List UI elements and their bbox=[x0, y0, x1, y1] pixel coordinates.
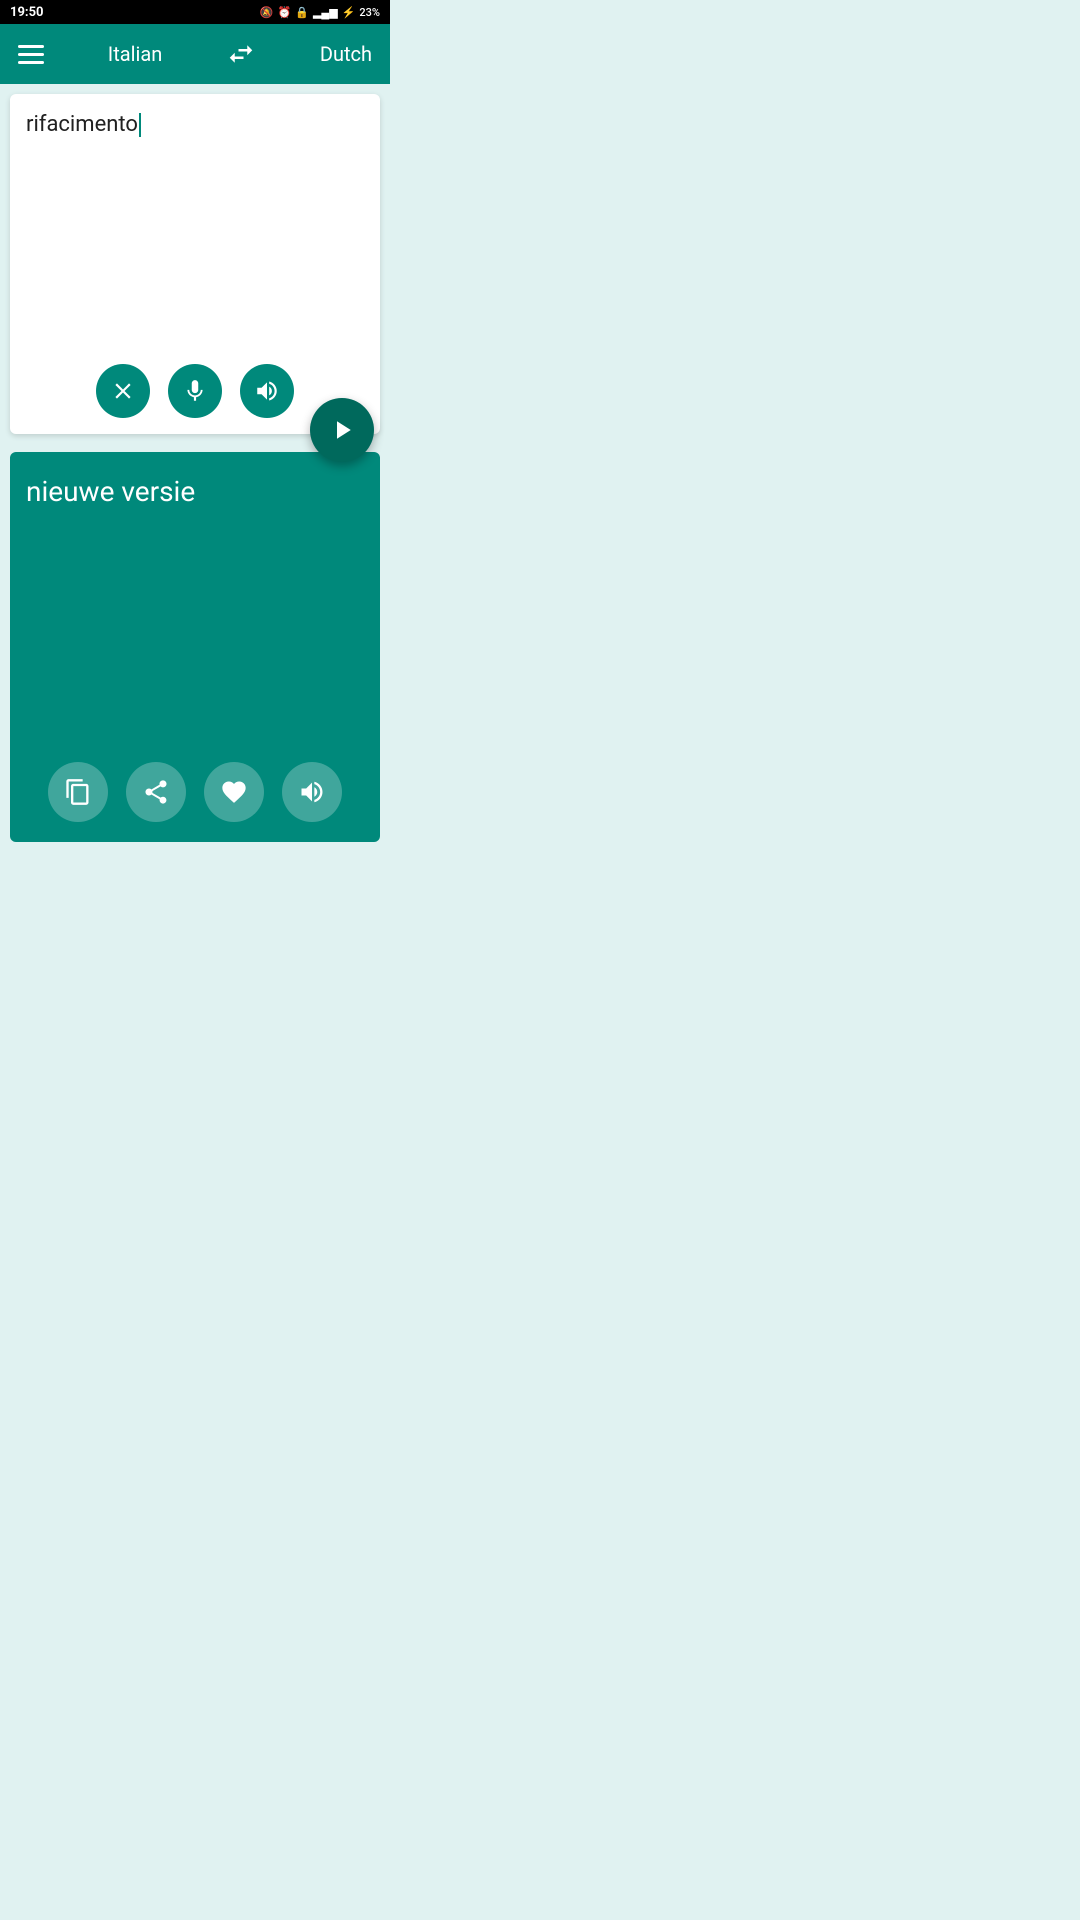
charging-icon: ⚡ bbox=[342, 6, 356, 19]
speaker-button-input[interactable] bbox=[240, 364, 294, 418]
source-language-selector[interactable]: Italian bbox=[108, 42, 163, 66]
signal-icon: ▂▄▆ bbox=[313, 6, 338, 19]
microphone-button[interactable] bbox=[168, 364, 222, 418]
output-actions bbox=[48, 762, 342, 822]
menu-button[interactable] bbox=[18, 45, 44, 64]
input-text: rifacimento bbox=[26, 112, 138, 137]
copy-button[interactable] bbox=[48, 762, 108, 822]
translate-fab-button[interactable] bbox=[310, 398, 374, 462]
notification-icon: 🔕 bbox=[260, 6, 274, 19]
speaker-button-output[interactable] bbox=[282, 762, 342, 822]
input-panel: rifacimento bbox=[10, 94, 380, 434]
toolbar: Italian Dutch bbox=[0, 24, 390, 84]
panels-wrapper: rifacimento nieuwe versie bbox=[0, 94, 390, 842]
output-panel: nieuwe versie bbox=[10, 452, 380, 842]
alarm-icon: ⏰ bbox=[278, 6, 292, 19]
swap-languages-button[interactable] bbox=[226, 39, 256, 69]
status-time: 19:50 bbox=[10, 5, 44, 20]
battery-percent: 23% bbox=[359, 6, 380, 19]
target-language-selector[interactable]: Dutch bbox=[320, 42, 372, 66]
output-text: nieuwe versie bbox=[26, 472, 364, 511]
lock-icon: 🔒 bbox=[295, 6, 309, 19]
share-button[interactable] bbox=[126, 762, 186, 822]
favorite-button[interactable] bbox=[204, 762, 264, 822]
status-icons: 🔕 ⏰ 🔒 ▂▄▆ ⚡ 23% bbox=[260, 6, 380, 19]
input-panel-wrapper: rifacimento bbox=[0, 94, 390, 434]
input-actions bbox=[96, 364, 294, 418]
clear-button[interactable] bbox=[96, 364, 150, 418]
text-cursor bbox=[139, 113, 141, 137]
status-bar: 19:50 🔕 ⏰ 🔒 ▂▄▆ ⚡ 23% bbox=[0, 0, 390, 24]
